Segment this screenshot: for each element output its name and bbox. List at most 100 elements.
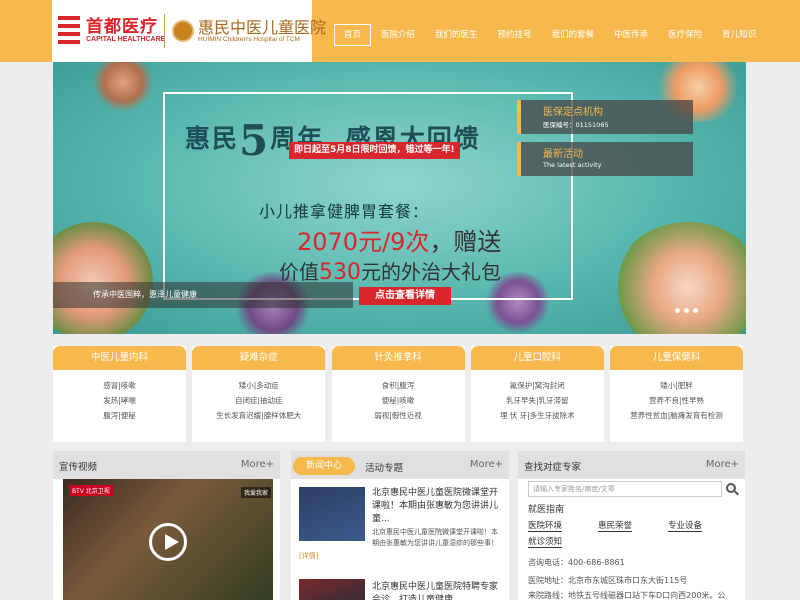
dept-title[interactable]: 中医儿童内科 bbox=[53, 346, 186, 370]
dept-link[interactable]: 弱视|假性近视 bbox=[332, 408, 465, 423]
expert-search-input[interactable]: 请输入专家姓名/病症/文章 bbox=[528, 481, 722, 497]
dept-card-internal: 中医儿童内科 感冒|咳嗽 发热|哮喘 腹泻|便秘 bbox=[53, 346, 186, 442]
dept-title[interactable]: 针灸推拿科 bbox=[331, 346, 465, 370]
contact-route: 来院路线：地铁五号线磁器口站下车D口向西200米。公 bbox=[528, 591, 726, 600]
link-visit-notes[interactable]: 就诊须知 bbox=[528, 537, 563, 548]
btv-badge: BTV 北京卫视 bbox=[69, 485, 113, 496]
activity-title: 最新活动 bbox=[543, 149, 583, 160]
dept-title[interactable]: 儿童口腔科 bbox=[470, 346, 604, 370]
capital-en: CAPITAL HEALTHCARE bbox=[86, 36, 166, 43]
dept-link[interactable]: 生长发育迟缓|腺样体肥大 bbox=[192, 408, 325, 423]
play-icon[interactable] bbox=[149, 523, 187, 561]
capital-name: 首都医疗 bbox=[86, 17, 158, 37]
dept-link[interactable]: 自闭症|抽动症 bbox=[192, 393, 325, 408]
nav-packages[interactable]: 我们的套餐 bbox=[542, 24, 605, 46]
insurance-box[interactable]: 医保定点机构 医保编号：01151065 bbox=[517, 100, 693, 134]
dept-link[interactable]: 矮小|多动症 bbox=[192, 378, 325, 393]
nav-hospital-intro[interactable]: 医院介绍 bbox=[371, 24, 425, 46]
flower-decoration bbox=[93, 62, 153, 112]
promo-video[interactable]: BTV 北京卫视 我爱我家 bbox=[63, 479, 273, 600]
news-item-summary: 北京惠民中医儿童医院微课堂开课啦！本期由张惠敏为您讲讲儿童湿疹的那些事！ bbox=[372, 528, 498, 547]
guide-title: 就医指南 bbox=[528, 505, 565, 515]
carousel-dot[interactable] bbox=[684, 308, 689, 313]
activity-sub: The latest activity bbox=[543, 161, 602, 169]
dept-link[interactable]: 埋 伏 牙|多生牙拔除术 bbox=[471, 408, 604, 423]
view-details-button[interactable]: 点击查看详情 bbox=[359, 287, 451, 305]
latest-activity-box[interactable]: 最新活动 The latest activity bbox=[517, 142, 693, 176]
news-thumbnail[interactable] bbox=[299, 579, 365, 600]
dept-card-difficult: 疑难杂症 矮小|多动症 自闭症|抽动症 生长发育迟缓|腺样体肥大 bbox=[192, 346, 326, 442]
video-panel-title: 宣传视频 bbox=[59, 462, 98, 473]
dept-link[interactable]: 乳牙早失|乳牙滞留 bbox=[471, 393, 604, 408]
news-panel-header: 新闻中心 活动专题 More+ bbox=[291, 451, 509, 479]
nav-tcm-heritage[interactable]: 中医传承 bbox=[604, 24, 658, 46]
huimin-en: HUIMIN Children's Hospital of TCM bbox=[198, 36, 300, 43]
dept-link[interactable]: 氟保护|窝沟封闭 bbox=[471, 378, 604, 393]
expert-panel-title: 查找对症专家 bbox=[524, 462, 582, 473]
capital-mark-icon bbox=[58, 16, 80, 44]
promo-banner[interactable]: 惠民5周年 感恩大回馈 即日起至5月8日限时回馈，错过等一年! 小儿推拿健脾胃套… bbox=[53, 62, 746, 334]
logo-area[interactable]: 首都医疗 CAPITAL HEALTHCARE 惠民中医儿童医院 HUIMIN … bbox=[52, 0, 326, 62]
package-price: 2070元/9次，赠送 bbox=[297, 228, 502, 256]
dept-link[interactable]: 矮小|肥胖 bbox=[610, 378, 743, 393]
link-equipment[interactable]: 专业设备 bbox=[668, 521, 703, 532]
tab-activities[interactable]: 活动专题 bbox=[365, 460, 403, 474]
dept-link[interactable]: 食积|腹泻 bbox=[332, 378, 465, 393]
banner-caption: 传承中医国粹，惠泽儿童健康 bbox=[53, 282, 353, 308]
channel-badge: 我爱我家 bbox=[241, 487, 272, 498]
link-environment[interactable]: 医院环境 bbox=[528, 521, 563, 532]
expert-panel-header: 查找对症专家 More+ bbox=[518, 451, 745, 479]
insurance-marker bbox=[517, 100, 521, 134]
flower-decoration bbox=[613, 222, 746, 334]
search-icon[interactable] bbox=[726, 483, 736, 493]
insurance-title: 医保定点机构 bbox=[543, 107, 603, 118]
dept-title[interactable]: 儿童保健科 bbox=[610, 346, 743, 370]
flower-decoration bbox=[53, 222, 153, 334]
news-thumbnail[interactable] bbox=[299, 487, 365, 541]
huimin-seal-icon bbox=[172, 20, 194, 42]
package-gift: 价值530元的外治大礼包 bbox=[279, 260, 501, 285]
logo-divider bbox=[164, 14, 165, 48]
expert-more-link[interactable]: More+ bbox=[706, 459, 739, 470]
expert-panel: 查找对症专家 More+ 请输入专家姓名/病症/文章 就医指南 医院环境 惠民荣… bbox=[518, 451, 745, 600]
dept-card-acupuncture: 针灸推拿科 食积|腹泻 便秘|咳嗽 弱视|假性近视 bbox=[331, 346, 465, 442]
header: 首都医疗 CAPITAL HEALTHCARE 惠民中医儿童医院 HUIMIN … bbox=[0, 0, 800, 62]
nav-insurance[interactable]: 医疗保险 bbox=[658, 24, 712, 46]
activity-marker bbox=[517, 142, 521, 176]
dept-link[interactable]: 营养性贫血|脑瘫发育有检测 bbox=[610, 408, 743, 423]
news-panel: 新闻中心 活动专题 More+ 北京惠民中医儿童医院微课堂开课啦！本期由张惠敏为… bbox=[291, 451, 509, 600]
dept-link[interactable]: 便秘|咳嗽 bbox=[332, 393, 465, 408]
main-nav: 首页 医院介绍 我们的医生 预约挂号 我们的套餐 中医传承 医疗保险 育儿知识 bbox=[334, 24, 766, 46]
tab-news-center[interactable]: 新闻中心 bbox=[293, 457, 355, 475]
link-honors[interactable]: 惠民荣誉 bbox=[598, 521, 633, 532]
department-cards: 中医儿童内科 感冒|咳嗽 发热|哮喘 腹泻|便秘 疑难杂症 矮小|多动症 自闭症… bbox=[53, 346, 743, 442]
news-item-title[interactable]: 北京惠民中医儿童医院特聘专家会诊，打造儿童健康 bbox=[372, 581, 506, 600]
dept-card-dental: 儿童口腔科 氟保护|窝沟封闭 乳牙早失|乳牙滞留 埋 伏 牙|多生牙拔除术 bbox=[470, 346, 604, 442]
nav-doctors[interactable]: 我们的医生 bbox=[425, 24, 488, 46]
dept-link[interactable]: 感冒|咳嗽 bbox=[53, 378, 186, 393]
video-panel-header: 宣传视频 More+ bbox=[53, 451, 280, 479]
huimin-name: 惠民中医儿童医院 bbox=[198, 18, 327, 37]
news-more-link[interactable]: More+ bbox=[470, 459, 503, 470]
dept-link[interactable]: 发热|哮喘 bbox=[53, 393, 186, 408]
dept-title[interactable]: 疑难杂症 bbox=[192, 346, 326, 370]
carousel-dot[interactable] bbox=[675, 308, 680, 313]
carousel-dots bbox=[675, 308, 698, 313]
dept-card-healthcare: 儿童保健科 矮小|肥胖 营养不良|性早熟 营养性贫血|脑瘫发育有检测 bbox=[610, 346, 743, 442]
nav-home[interactable]: 首页 bbox=[334, 24, 372, 46]
capital-healthcare-logo[interactable]: 首都医疗 CAPITAL HEALTHCARE bbox=[58, 12, 166, 52]
dept-link[interactable]: 营养不良|性早熟 bbox=[610, 393, 743, 408]
news-detail-link[interactable]: [详情] bbox=[299, 551, 318, 561]
video-panel: 宣传视频 More+ BTV 北京卫视 我爱我家 bbox=[53, 451, 280, 600]
promo-date: 即日起至5月8日限时回馈，错过等一年! bbox=[289, 142, 460, 159]
insurance-number: 医保编号：01151065 bbox=[543, 121, 609, 129]
nav-appointment[interactable]: 预约挂号 bbox=[488, 24, 542, 46]
nav-parenting[interactable]: 育儿知识 bbox=[712, 24, 766, 46]
news-item-title[interactable]: 北京惠民中医儿童医院微课堂开课啦！本期由张惠敏为您讲讲儿童... bbox=[372, 487, 506, 526]
contact-phone: 咨询电话：400-686-8861 bbox=[528, 558, 625, 567]
video-more-link[interactable]: More+ bbox=[241, 459, 274, 470]
dept-link[interactable]: 腹泻|便秘 bbox=[53, 408, 186, 423]
carousel-dot[interactable] bbox=[693, 308, 698, 313]
package-name: 小儿推拿健脾胃套餐： bbox=[259, 202, 430, 221]
contact-address: 医院地址：北京市东城区珠市口东大街115号 bbox=[528, 576, 688, 585]
